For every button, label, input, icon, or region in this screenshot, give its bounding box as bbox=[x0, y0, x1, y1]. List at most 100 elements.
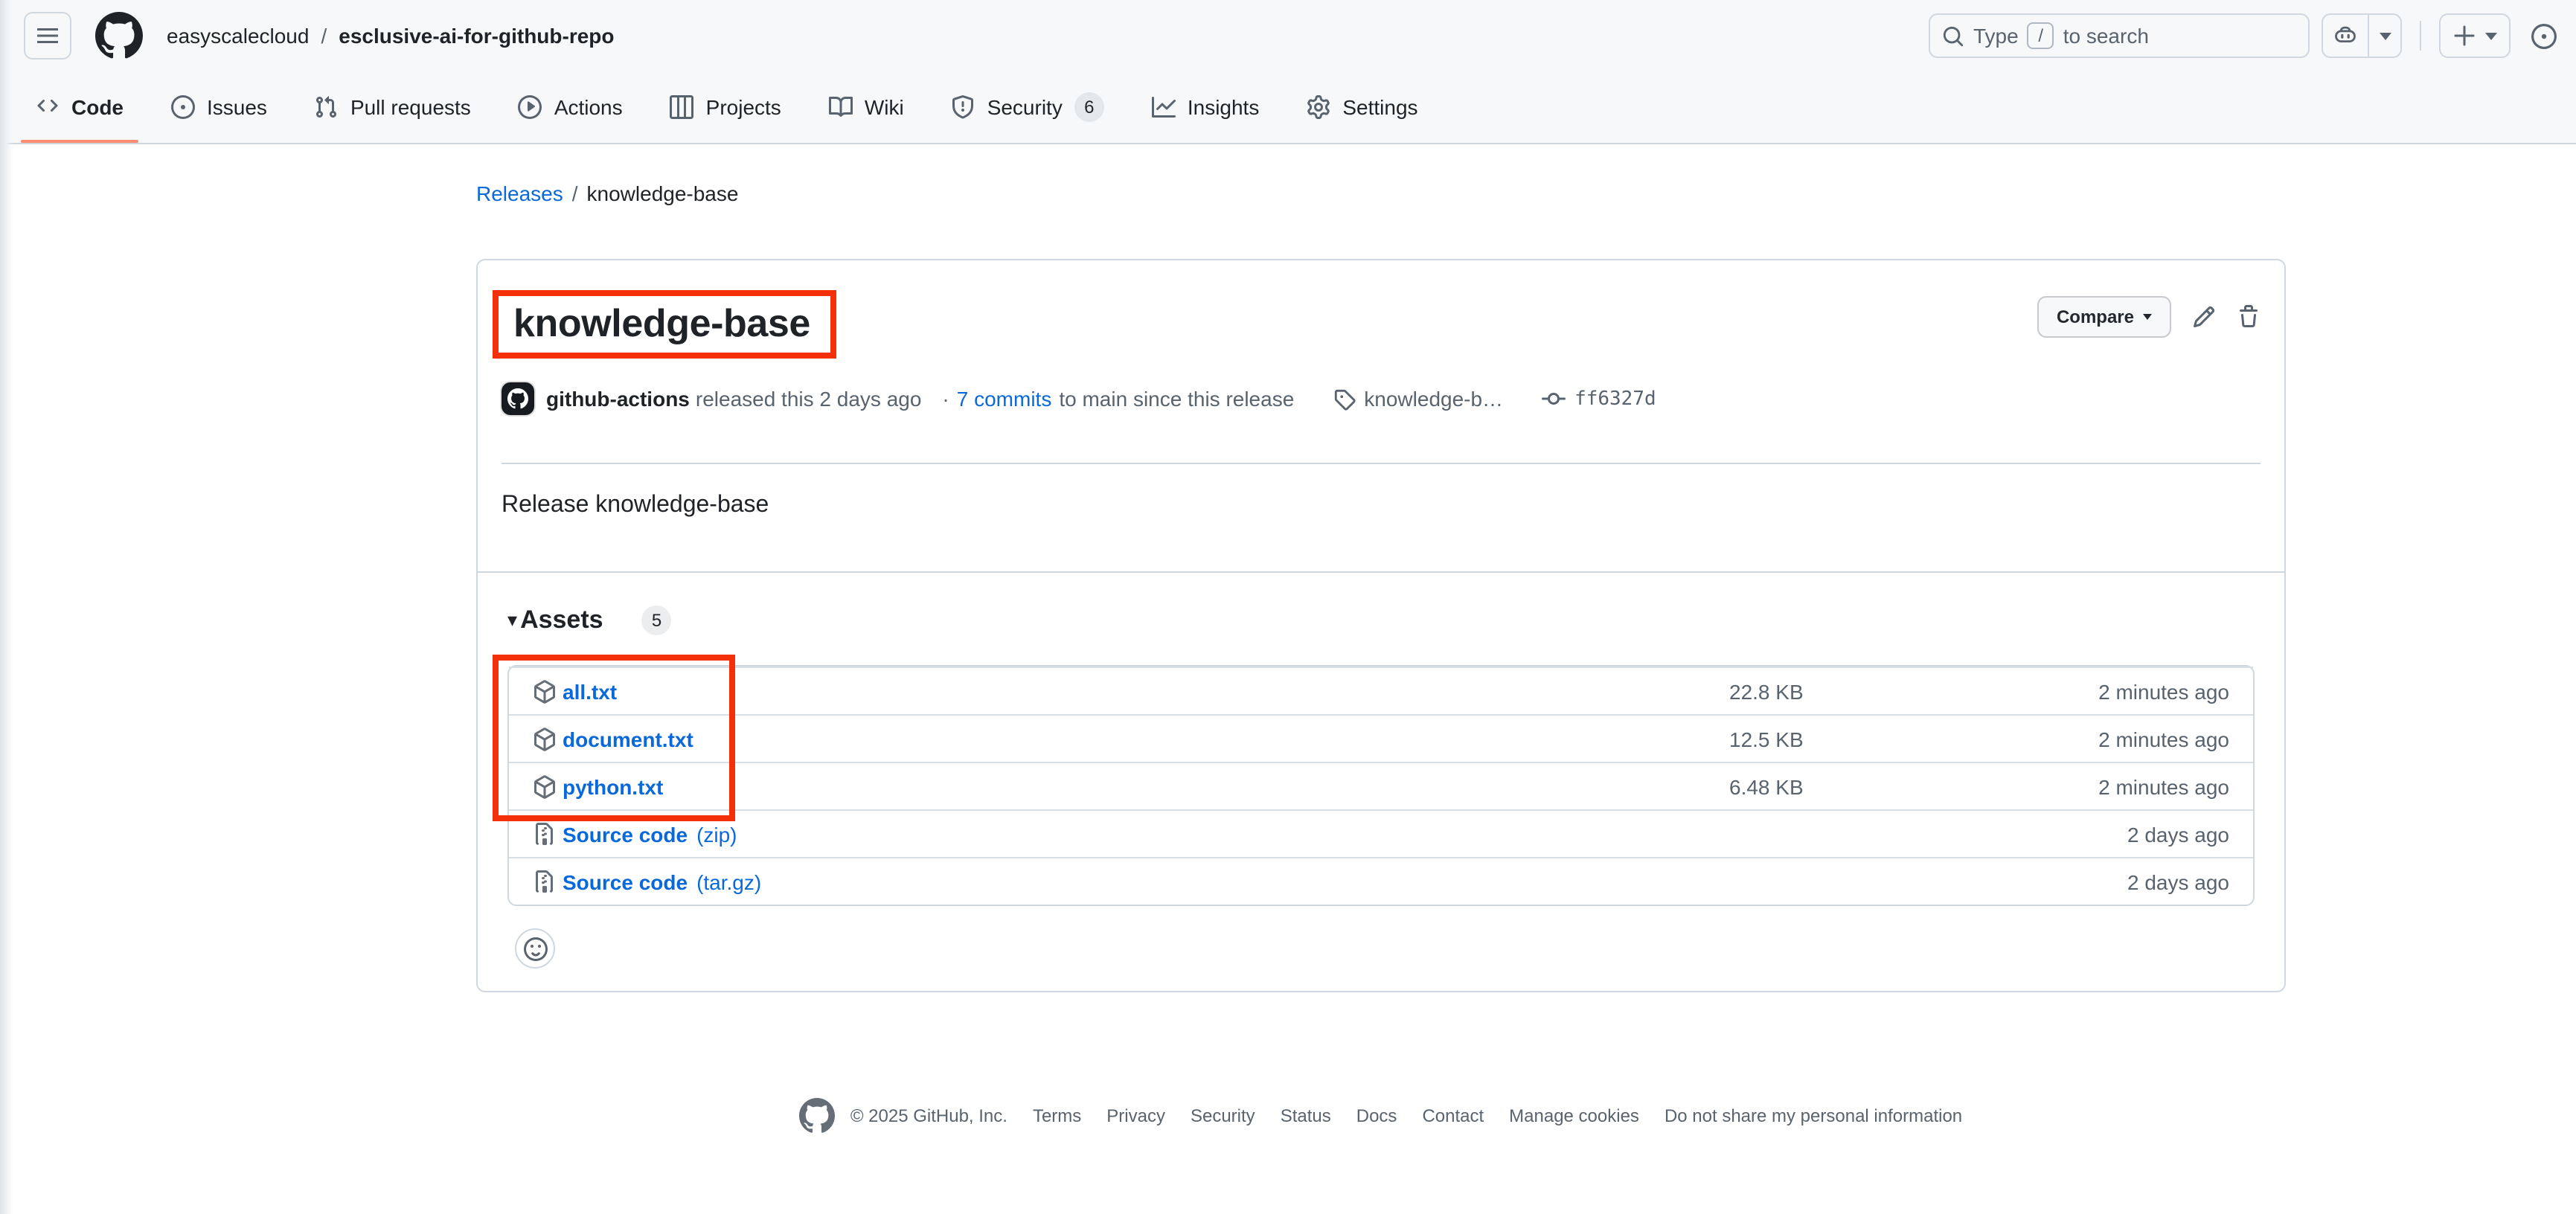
search-input[interactable]: Type / to search bbox=[1929, 13, 2310, 58]
issue-opened-icon bbox=[2531, 23, 2556, 48]
asset-size: 12.5 KB bbox=[1729, 727, 1908, 751]
tab-label: Actions bbox=[554, 95, 623, 119]
release-commit: ff6327d bbox=[1542, 387, 1656, 411]
tab-wiki[interactable]: Wiki bbox=[805, 71, 928, 143]
asset-row: all.txt 22.8 KB 2 minutes ago bbox=[509, 667, 2253, 714]
asset-download-link[interactable]: all.txt bbox=[563, 679, 617, 703]
search-placeholder-suffix: to search bbox=[2063, 24, 2149, 48]
shield-icon bbox=[952, 95, 975, 119]
footer-link-do-not-share[interactable]: Do not share my personal information bbox=[1665, 1105, 1962, 1126]
delete-release-button[interactable] bbox=[2237, 305, 2261, 329]
github-mark-icon bbox=[800, 1098, 836, 1134]
compare-button[interactable]: Compare bbox=[2037, 296, 2171, 338]
tab-label: Issues bbox=[207, 95, 267, 119]
footer-link-terms[interactable]: Terms bbox=[1033, 1105, 1081, 1126]
commits-suffix: to main since this release bbox=[1059, 387, 1294, 411]
copyright-text: © 2025 GitHub, Inc. bbox=[850, 1105, 1007, 1126]
gear-icon bbox=[1307, 95, 1330, 119]
git-pull-request-icon bbox=[315, 95, 339, 119]
footer-link-docs[interactable]: Docs bbox=[1356, 1105, 1397, 1126]
package-icon bbox=[533, 774, 557, 798]
asset-time: 2 days ago bbox=[1908, 870, 2229, 893]
search-icon bbox=[1942, 25, 1964, 47]
assets-section: Assets 5 all.txt 22.8 KB 2 minutes ago bbox=[478, 573, 2284, 969]
source-code-format[interactable]: (tar.gz) bbox=[696, 870, 761, 893]
repo-nav: Code Issues Pull requests Actions Projec… bbox=[0, 71, 2576, 144]
tab-pull-requests[interactable]: Pull requests bbox=[291, 71, 495, 143]
repo-name-link[interactable]: esclusive-ai-for-github-repo bbox=[339, 24, 614, 48]
copilot-dropdown-caret[interactable] bbox=[2368, 15, 2400, 57]
commit-sha[interactable]: ff6327d bbox=[1574, 388, 1656, 410]
release-meta: github-actions released this 2 days ago … bbox=[478, 382, 2284, 415]
release-tag: knowledge-b… bbox=[1333, 387, 1503, 411]
commits-dot: · bbox=[942, 387, 949, 411]
breadcrumb: Releases / knowledge-base bbox=[476, 182, 738, 205]
annotation-box-title: knowledge-base bbox=[493, 290, 837, 359]
header-divider bbox=[2420, 21, 2421, 51]
trash-icon bbox=[2237, 305, 2261, 329]
file-zip-icon bbox=[533, 822, 557, 846]
assets-table: all.txt 22.8 KB 2 minutes ago document.t… bbox=[507, 665, 2255, 906]
asset-size: 22.8 KB bbox=[1729, 679, 1908, 703]
footer-link-status[interactable]: Status bbox=[1281, 1105, 1331, 1126]
breadcrumb-releases-link[interactable]: Releases bbox=[476, 182, 563, 205]
source-code-link[interactable]: Source code bbox=[563, 870, 688, 893]
code-icon bbox=[36, 95, 60, 119]
tab-label: Settings bbox=[1342, 95, 1417, 119]
footer-link-manage-cookies[interactable]: Manage cookies bbox=[1509, 1105, 1639, 1126]
tab-code[interactable]: Code bbox=[12, 71, 147, 143]
graph-icon bbox=[1152, 95, 1176, 119]
release-controls: Compare bbox=[2037, 296, 2261, 338]
release-description: Release knowledge-base bbox=[478, 464, 2284, 524]
tag-icon bbox=[1333, 388, 1355, 410]
tab-projects[interactable]: Projects bbox=[647, 71, 805, 143]
asset-download-link[interactable]: python.txt bbox=[563, 774, 663, 798]
left-scrollbar[interactable] bbox=[0, 0, 13, 1214]
global-header: easyscalecloud / esclusive-ai-for-github… bbox=[0, 0, 2576, 71]
github-logo[interactable] bbox=[95, 12, 143, 60]
release-card-header: knowledge-base Compare bbox=[478, 260, 2284, 359]
hamburger-menu-button[interactable] bbox=[24, 12, 71, 60]
add-reaction-button[interactable] bbox=[515, 928, 555, 969]
asset-time: 2 days ago bbox=[1908, 822, 2229, 846]
copilot-button[interactable] bbox=[2323, 15, 2368, 57]
tab-settings[interactable]: Settings bbox=[1283, 71, 1441, 143]
edit-release-button[interactable] bbox=[2192, 305, 2216, 329]
asset-row: Source code (zip) 2 days ago bbox=[509, 809, 2253, 857]
github-actions-avatar[interactable] bbox=[502, 382, 534, 415]
create-new-button[interactable] bbox=[2439, 13, 2511, 58]
footer-link-security[interactable]: Security bbox=[1191, 1105, 1255, 1126]
footer-copyright: © 2025 GitHub, Inc. bbox=[800, 1098, 1007, 1134]
released-text: released this 2 days ago bbox=[696, 387, 922, 411]
asset-row: python.txt 6.48 KB 2 minutes ago bbox=[509, 762, 2253, 809]
tab-security[interactable]: Security 6 bbox=[928, 71, 1128, 143]
tab-actions[interactable]: Actions bbox=[495, 71, 647, 143]
tab-label: Wiki bbox=[865, 95, 904, 119]
package-icon bbox=[533, 679, 557, 703]
asset-download-link[interactable]: document.txt bbox=[563, 727, 693, 751]
asset-time: 2 minutes ago bbox=[1908, 679, 2229, 703]
site-footer: © 2025 GitHub, Inc. Terms Privacy Securi… bbox=[476, 1098, 2286, 1134]
assets-count-badge: 5 bbox=[642, 606, 672, 635]
hamburger-icon bbox=[36, 24, 60, 48]
tab-insights[interactable]: Insights bbox=[1128, 71, 1284, 143]
release-card: knowledge-base Compare github-actions bbox=[476, 259, 2286, 992]
release-author-link[interactable]: github-actions bbox=[546, 387, 690, 411]
issue-opened-icon bbox=[171, 95, 195, 119]
footer-link-contact[interactable]: Contact bbox=[1422, 1105, 1484, 1126]
smiley-icon bbox=[523, 937, 547, 960]
repo-owner-link[interactable]: easyscalecloud bbox=[167, 24, 309, 48]
assets-toggle[interactable]: Assets 5 bbox=[507, 606, 2255, 635]
github-release-page: easyscalecloud / esclusive-ai-for-github… bbox=[0, 0, 2576, 1214]
tab-label: Insights bbox=[1188, 95, 1260, 119]
footer-link-privacy[interactable]: Privacy bbox=[1106, 1105, 1165, 1126]
tab-label: Projects bbox=[706, 95, 781, 119]
tab-label: Code bbox=[71, 95, 124, 119]
source-code-format[interactable]: (zip) bbox=[696, 822, 737, 846]
tab-issues[interactable]: Issues bbox=[147, 71, 291, 143]
chevron-down-icon bbox=[2379, 32, 2391, 39]
issues-dashboard-button[interactable] bbox=[2522, 13, 2564, 58]
source-code-link[interactable]: Source code bbox=[563, 822, 688, 846]
commits-link[interactable]: 7 commits bbox=[957, 387, 1052, 411]
copilot-icon bbox=[2333, 24, 2357, 48]
